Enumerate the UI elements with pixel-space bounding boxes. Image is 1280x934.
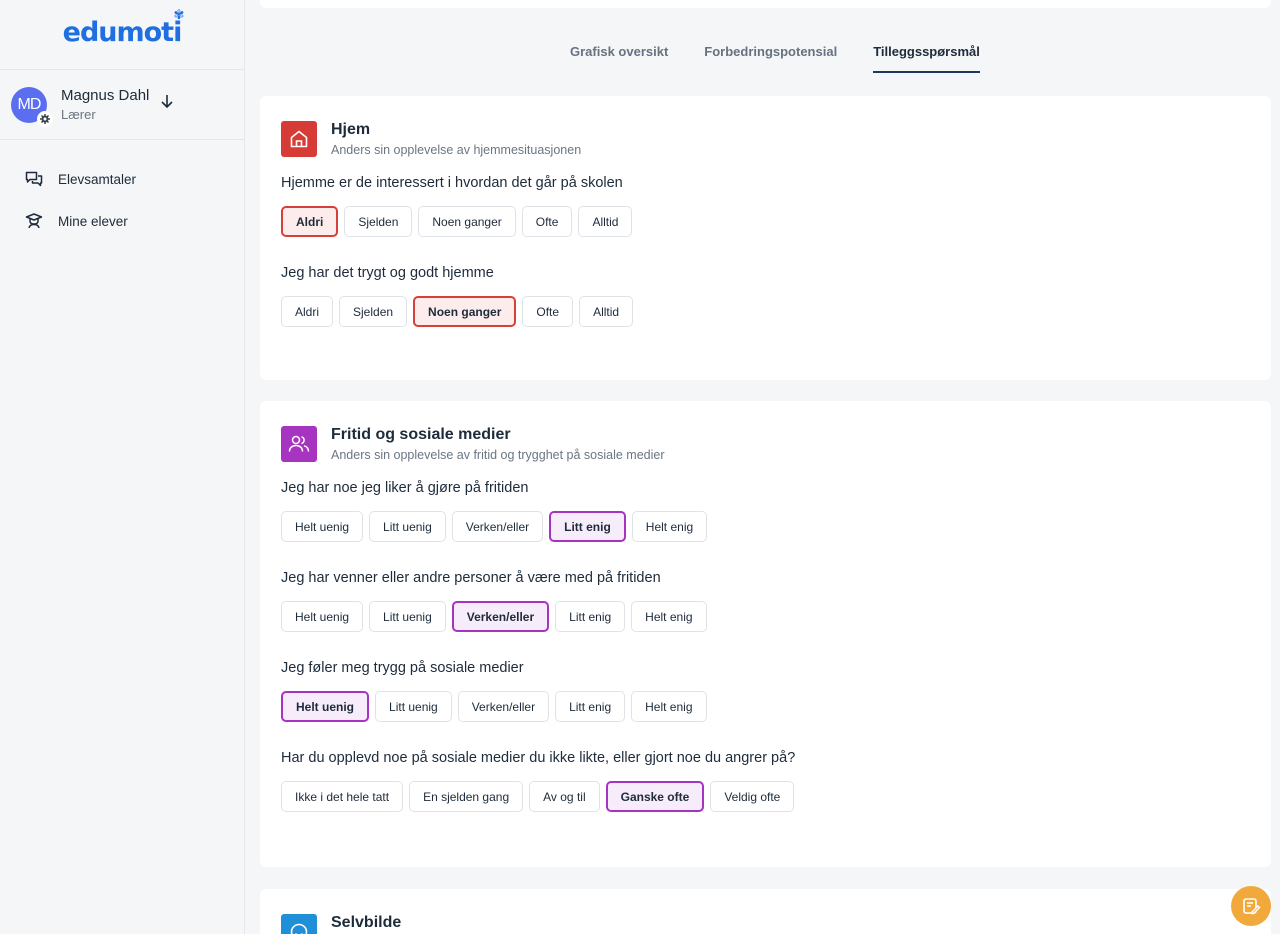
top-card-edge [260, 0, 1271, 8]
option-button[interactable]: Litt enig [555, 691, 626, 722]
question-text: Jeg har venner eller andre personer å væ… [281, 570, 661, 586]
section-header: Fritid og sosiale medier Anders sin oppl… [281, 401, 1250, 462]
question-text: Hjemme er de interessert i hvordan det g… [281, 175, 623, 191]
option-button[interactable]: Helt uenig [281, 511, 364, 542]
sidebar-item-mine-elever[interactable]: Mine elever [0, 200, 244, 242]
option-button[interactable]: Helt uenig [281, 691, 370, 722]
tab-forbedringspotensial[interactable]: Forbedringspotensial [704, 44, 837, 73]
graduation-icon [25, 213, 43, 229]
option-button[interactable]: Aldri [281, 296, 334, 327]
users-icon [281, 426, 317, 462]
user-role: Lærer [61, 107, 96, 122]
answer-options: Helt uenig Litt uenig Verken/eller Litt … [281, 601, 1250, 632]
option-button[interactable]: Ikke i det hele tatt [281, 781, 404, 812]
option-button[interactable]: Verken/eller [451, 511, 544, 542]
option-button[interactable]: Litt uenig [375, 691, 452, 722]
option-button[interactable]: Ganske ofte [605, 781, 705, 812]
answer-options: Helt uenig Litt uenig Verken/eller Litt … [281, 511, 1250, 542]
answer-options: Aldri Sjelden Noen ganger Ofte Alltid [281, 296, 1250, 327]
option-button[interactable]: Alltid [579, 296, 634, 327]
section-subtitle: Anders sin opplevelse av hjemmesituasjon… [331, 143, 582, 157]
question-text: Jeg har noe jeg liker å gjøre på fritide… [281, 480, 529, 496]
logo[interactable]: edumoti ✾ [62, 8, 185, 48]
user-info: Magnus Dahl Lærer [61, 87, 149, 122]
question-text: Har du opplevd noe på sosiale medier du … [281, 750, 796, 766]
sidebar-nav: Elevsamtaler Mine elever [0, 140, 244, 242]
tab-grafisk-oversikt[interactable]: Grafisk oversikt [570, 44, 668, 73]
answer-options: Aldri Sjelden Noen ganger Ofte Alltid [281, 206, 1250, 237]
user-name: Magnus Dahl [61, 87, 150, 104]
question-text: Jeg føler meg trygg på sosiale medier [281, 660, 524, 676]
option-button[interactable]: Noen ganger [413, 296, 517, 327]
option-button[interactable]: Av og til [529, 781, 600, 812]
option-button[interactable]: Helt enig [631, 691, 707, 722]
main-content: Grafisk oversikt Forbedringspotensial Ti… [245, 0, 1280, 934]
option-button[interactable]: Sjelden [339, 296, 408, 327]
option-button[interactable]: Litt enig [549, 511, 626, 542]
section-subtitle: Anders sin opplevelse av fritid og trygg… [331, 448, 665, 462]
avatar: MD [11, 86, 53, 127]
section-header: Hjem Anders sin opplevelse av hjemmesitu… [281, 96, 1250, 157]
section-title: Selvbilde [331, 914, 402, 931]
logo-flower-icon: ✾ [173, 8, 184, 23]
avatar-initials: MD [17, 95, 42, 113]
option-button[interactable]: Helt enig [631, 511, 708, 542]
question-text: Jeg har det trygt og godt hjemme [281, 265, 494, 281]
arrow-down-icon[interactable] [160, 93, 174, 114]
option-button[interactable]: Litt enig [555, 601, 626, 632]
user-menu[interactable]: MD Magnus Dahl Lærer [0, 70, 244, 140]
section-title: Fritid og sosiale medier [331, 426, 511, 443]
logo-text: edumoti [62, 17, 183, 48]
chat-icon [25, 171, 43, 187]
answer-options: Ikke i det hele tatt En sjelden gang Av … [281, 781, 1250, 812]
section-card-fritid: Fritid og sosiale medier Anders sin oppl… [260, 401, 1271, 867]
answer-options: Helt uenig Litt uenig Verken/eller Litt … [281, 691, 1250, 722]
tab-tilleggssporsmal[interactable]: Tilleggsspørsmål [873, 44, 980, 73]
smiley-icon [281, 914, 317, 934]
option-button[interactable]: Aldri [281, 206, 339, 237]
option-button[interactable]: Ofte [522, 296, 574, 327]
option-button[interactable]: Sjelden [344, 206, 413, 237]
sidebar-item-label: Mine elever [58, 213, 128, 229]
sidebar: edumoti ✾ MD Magnus Dahl Lærer Elevsamta… [0, 0, 245, 934]
feedback-button[interactable] [1231, 886, 1271, 926]
sidebar-item-label: Elevsamtaler [58, 171, 137, 187]
option-button[interactable]: En sjelden gang [409, 781, 524, 812]
section-card-selvbilde: Selvbilde [260, 889, 1271, 934]
option-button[interactable]: Veldig ofte [710, 781, 795, 812]
option-button[interactable]: Verken/eller [457, 691, 550, 722]
option-button[interactable]: Helt enig [631, 601, 707, 632]
feedback-icon [1243, 898, 1261, 915]
option-button[interactable]: Verken/eller [451, 601, 550, 632]
settings-gear-icon [37, 110, 53, 127]
option-button[interactable]: Noen ganger [418, 206, 516, 237]
sidebar-item-elevsamtaler[interactable]: Elevsamtaler [0, 158, 244, 200]
option-button[interactable]: Alltid [578, 206, 633, 237]
section-card-hjem: Hjem Anders sin opplevelse av hjemmesitu… [260, 96, 1271, 380]
tab-bar: Grafisk oversikt Forbedringspotensial Ti… [570, 44, 1016, 73]
section-title: Hjem [331, 121, 371, 138]
option-button[interactable]: Litt uenig [369, 511, 446, 542]
option-button[interactable]: Ofte [521, 206, 573, 237]
home-icon [281, 121, 317, 157]
logo-area: edumoti ✾ [0, 0, 244, 70]
option-button[interactable]: Litt uenig [369, 601, 446, 632]
section-header: Selvbilde [281, 889, 1250, 934]
option-button[interactable]: Helt uenig [281, 601, 364, 632]
